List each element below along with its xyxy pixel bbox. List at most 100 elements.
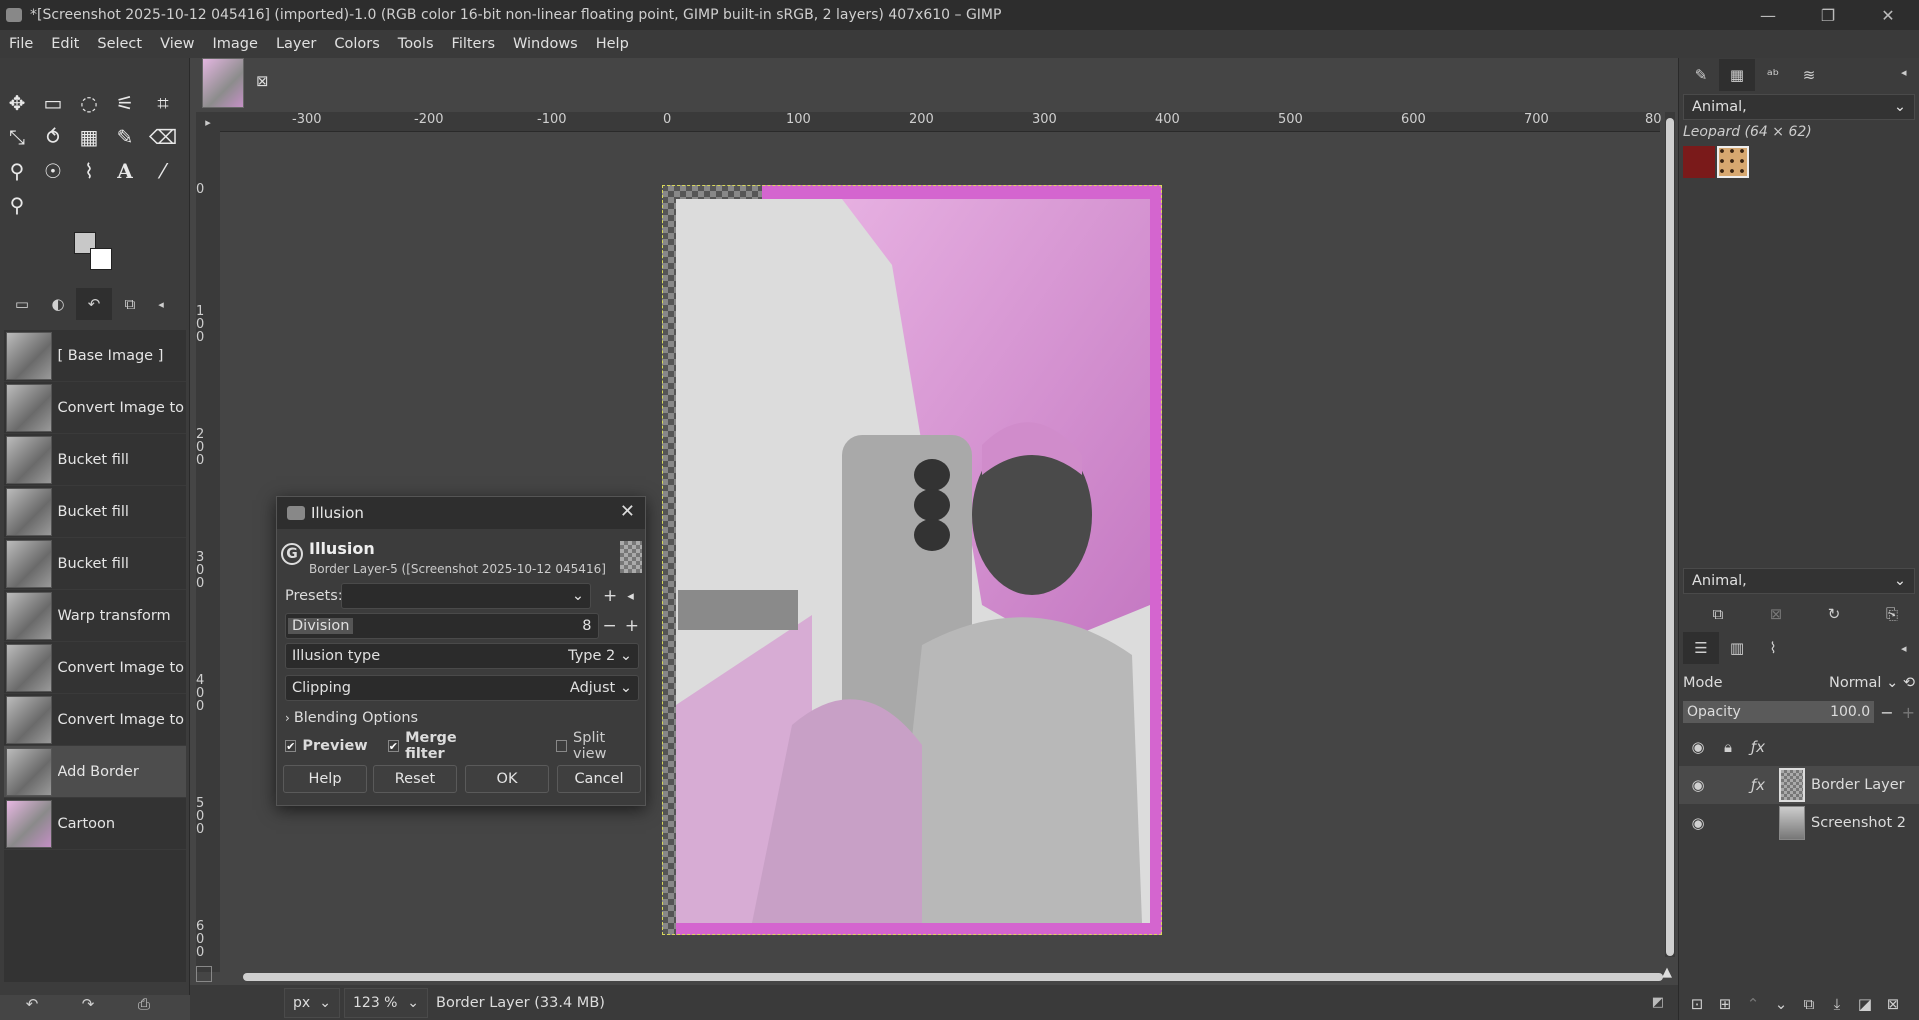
- presets-select[interactable]: ⌄: [341, 583, 591, 609]
- increment-icon[interactable]: +: [625, 616, 639, 636]
- list-item[interactable]: Add Border: [4, 746, 186, 798]
- panel-menu-icon[interactable]: ◂: [1901, 642, 1907, 655]
- menu-file[interactable]: File: [0, 36, 42, 52]
- preview-checkbox[interactable]: ✔: [285, 740, 297, 753]
- list-item[interactable]: Convert Image to 1: [4, 694, 186, 746]
- pattern-swatch[interactable]: [1683, 146, 1715, 178]
- blending-options-expander[interactable]: › Blending Options: [285, 705, 639, 731]
- menu-tools[interactable]: Tools: [389, 36, 443, 52]
- panel-menu-icon[interactable]: ◂: [148, 288, 174, 320]
- minimize-button[interactable]: —: [1740, 0, 1796, 30]
- layer-row-border[interactable]: ◉ ƒx Border Layer: [1679, 766, 1919, 804]
- list-item[interactable]: Convert Image to 1: [4, 642, 186, 694]
- channels-tab-icon[interactable]: ▥: [1719, 632, 1755, 664]
- menu-windows[interactable]: Windows: [504, 36, 587, 52]
- maximize-button[interactable]: ❐: [1800, 0, 1856, 30]
- list-item[interactable]: [ Base Image ]: [4, 330, 186, 382]
- clone-tool-icon[interactable]: ⚲: [2, 156, 32, 186]
- menu-colors[interactable]: Colors: [325, 36, 388, 52]
- fonts-tab-icon[interactable]: ᵃᵇ: [1755, 59, 1791, 91]
- move-tool-icon[interactable]: ✥: [2, 88, 32, 118]
- list-item[interactable]: Cartoon: [4, 798, 186, 850]
- division-spinner[interactable]: Division 8: [285, 613, 599, 639]
- fuzzy-select-tool-icon[interactable]: ⚟: [110, 88, 140, 118]
- close-window-button[interactable]: ✕: [1860, 0, 1916, 30]
- delete-pattern-icon[interactable]: ⊠: [1747, 598, 1805, 630]
- split-view-checkbox[interactable]: [555, 740, 568, 752]
- brushes-tab-icon[interactable]: ✎: [1683, 59, 1719, 91]
- crop-tool-icon[interactable]: ⌗: [148, 88, 178, 118]
- zoom-select[interactable]: 123 % ⌄: [344, 987, 428, 1018]
- preset-menu-icon[interactable]: ◂: [627, 589, 634, 604]
- layer-row-screenshot[interactable]: ◉ Screenshot 20: [1679, 804, 1919, 842]
- ok-button[interactable]: OK: [465, 765, 549, 793]
- delete-layer-icon[interactable]: ⊠: [1879, 988, 1907, 1020]
- add-mask-icon[interactable]: ◪: [1851, 988, 1879, 1020]
- close-icon[interactable]: ✕: [620, 501, 635, 522]
- background-color-swatch[interactable]: [90, 248, 112, 270]
- warp-tool-icon[interactable]: ⥀: [38, 122, 68, 152]
- duplicate-pattern-icon[interactable]: ⧉: [1689, 598, 1747, 630]
- eye-icon[interactable]: ◉: [1683, 814, 1713, 832]
- vertical-scrollbar-thumb[interactable]: [1666, 118, 1674, 956]
- layers-tab-icon[interactable]: ☰: [1683, 632, 1719, 664]
- horizontal-scrollbar-thumb[interactable]: [243, 973, 1663, 981]
- reset-button[interactable]: Reset: [373, 765, 457, 793]
- undo-button[interactable]: ↶: [4, 988, 60, 1020]
- menu-select[interactable]: Select: [88, 36, 151, 52]
- smudge-tool-icon[interactable]: ☉: [38, 156, 68, 186]
- decrement-icon[interactable]: −: [1880, 703, 1893, 722]
- menu-image[interactable]: Image: [204, 36, 267, 52]
- fx-icon[interactable]: ƒx: [1743, 776, 1773, 794]
- pattern-tag-select[interactable]: Animal, ⌄: [1683, 94, 1915, 120]
- duplicate-layer-icon[interactable]: ⧉: [1795, 988, 1823, 1020]
- unified-transform-tool-icon[interactable]: ⤡: [2, 122, 32, 152]
- cancel-button[interactable]: Cancel: [557, 765, 641, 793]
- zoom-tool-icon[interactable]: ⚲: [2, 190, 32, 220]
- merge-filter-checkbox[interactable]: ✔: [387, 740, 400, 753]
- list-item[interactable]: Convert Image to 3: [4, 382, 186, 434]
- eye-icon[interactable]: ◉: [1683, 776, 1713, 794]
- open-pattern-icon[interactable]: ⎘: [1863, 598, 1919, 630]
- opacity-slider[interactable]: Opacity 100.0: [1683, 701, 1875, 723]
- quick-mask-icon[interactable]: ▸: [196, 112, 220, 132]
- mode-select[interactable]: Normal ⌄ ⟲: [1829, 675, 1915, 691]
- new-layer-icon[interactable]: ⊡: [1683, 988, 1711, 1020]
- new-group-icon[interactable]: ⊞: [1711, 988, 1739, 1020]
- pointer-icon[interactable]: ◩: [1652, 995, 1664, 1010]
- paths-tab-icon[interactable]: ⌇: [1755, 632, 1791, 664]
- navigate-icon[interactable]: ▲: [1662, 965, 1672, 980]
- add-preset-icon[interactable]: +: [603, 586, 617, 606]
- color-picker-tool-icon[interactable]: ⁄: [148, 156, 178, 186]
- layer-tag-select[interactable]: Animal, ⌄: [1683, 568, 1915, 594]
- image-tab-thumbnail[interactable]: [202, 58, 244, 108]
- help-button[interactable]: Help: [283, 765, 367, 793]
- list-item[interactable]: Bucket fill: [4, 434, 186, 486]
- menu-view[interactable]: View: [151, 36, 203, 52]
- clear-history-button[interactable]: ⎙: [116, 988, 172, 1020]
- increment-icon[interactable]: +: [1902, 703, 1915, 722]
- zoom-fit-icon[interactable]: [196, 966, 212, 982]
- close-image-tab-icon[interactable]: ⊠: [256, 72, 269, 90]
- lower-layer-icon[interactable]: ⌄: [1767, 988, 1795, 1020]
- panel-menu-icon[interactable]: ◂: [1901, 66, 1907, 79]
- decrement-icon[interactable]: −: [603, 616, 617, 636]
- eraser-tool-icon[interactable]: ⌫: [148, 122, 178, 152]
- list-item[interactable]: Warp transform: [4, 590, 186, 642]
- patterns-tab-icon[interactable]: ▦: [1719, 59, 1755, 91]
- leopard-pattern-swatch[interactable]: [1717, 146, 1749, 178]
- paths-tool-icon[interactable]: ⌇: [74, 156, 104, 186]
- clipping-select[interactable]: Clipping Adjust ⌄: [285, 675, 639, 701]
- list-item[interactable]: Bucket fill: [4, 486, 186, 538]
- menu-layer[interactable]: Layer: [267, 36, 325, 52]
- refresh-patterns-icon[interactable]: ↻: [1805, 598, 1863, 630]
- lasso-tool-icon[interactable]: ◌: [74, 88, 104, 118]
- tool-options-tab-icon[interactable]: ▭: [4, 288, 40, 320]
- paintbrush-tool-icon[interactable]: ✎: [110, 122, 140, 152]
- menu-help[interactable]: Help: [587, 36, 638, 52]
- undo-history-tab-icon[interactable]: ↶: [76, 288, 112, 320]
- text-tool-icon[interactable]: A: [110, 156, 140, 186]
- raise-layer-icon[interactable]: ⌃: [1739, 988, 1767, 1020]
- menu-edit[interactable]: Edit: [42, 36, 88, 52]
- menu-filters[interactable]: Filters: [443, 36, 504, 52]
